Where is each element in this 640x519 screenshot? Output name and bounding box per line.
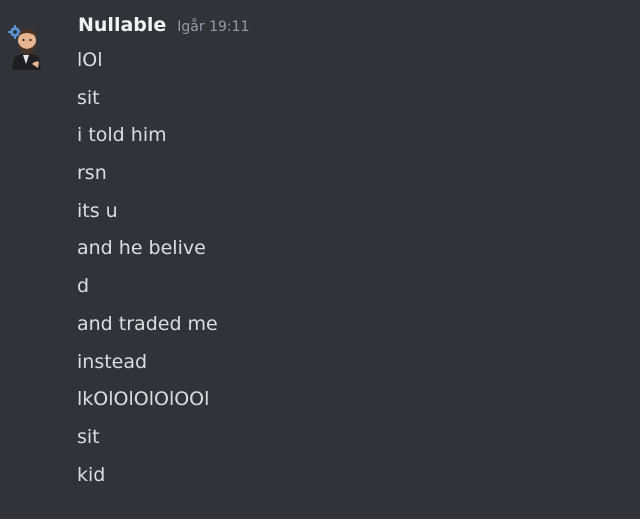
user-avatar[interactable] <box>8 24 42 70</box>
message-line: sit <box>77 86 100 109</box>
bearded-man-avatar-icon <box>8 25 41 70</box>
username[interactable]: Nullable <box>78 14 166 36</box>
message-line: rsn <box>77 162 107 185</box>
message-timestamp[interactable]: Igår 19:11 <box>177 19 249 35</box>
message-line: d <box>77 275 90 298</box>
message-line: sit <box>77 425 100 448</box>
message-line: and traded me <box>77 312 218 335</box>
message-line: kid <box>77 463 106 486</box>
message-group: Nullable Igår 19:11 lOl sit i told him r… <box>0 0 640 519</box>
message-line: its u <box>77 199 118 222</box>
message-line: instead <box>77 350 148 373</box>
message-line: and he belive <box>77 237 206 260</box>
message-line: lkOlOlOlOlOOl <box>77 388 210 411</box>
message-lines: lOl sit i told him rsn its u and he beli… <box>77 47 218 499</box>
message-line: i told him <box>77 124 167 147</box>
message-header: Nullable Igår 19:11 <box>78 14 249 40</box>
message-line: lOl <box>77 49 103 71</box>
